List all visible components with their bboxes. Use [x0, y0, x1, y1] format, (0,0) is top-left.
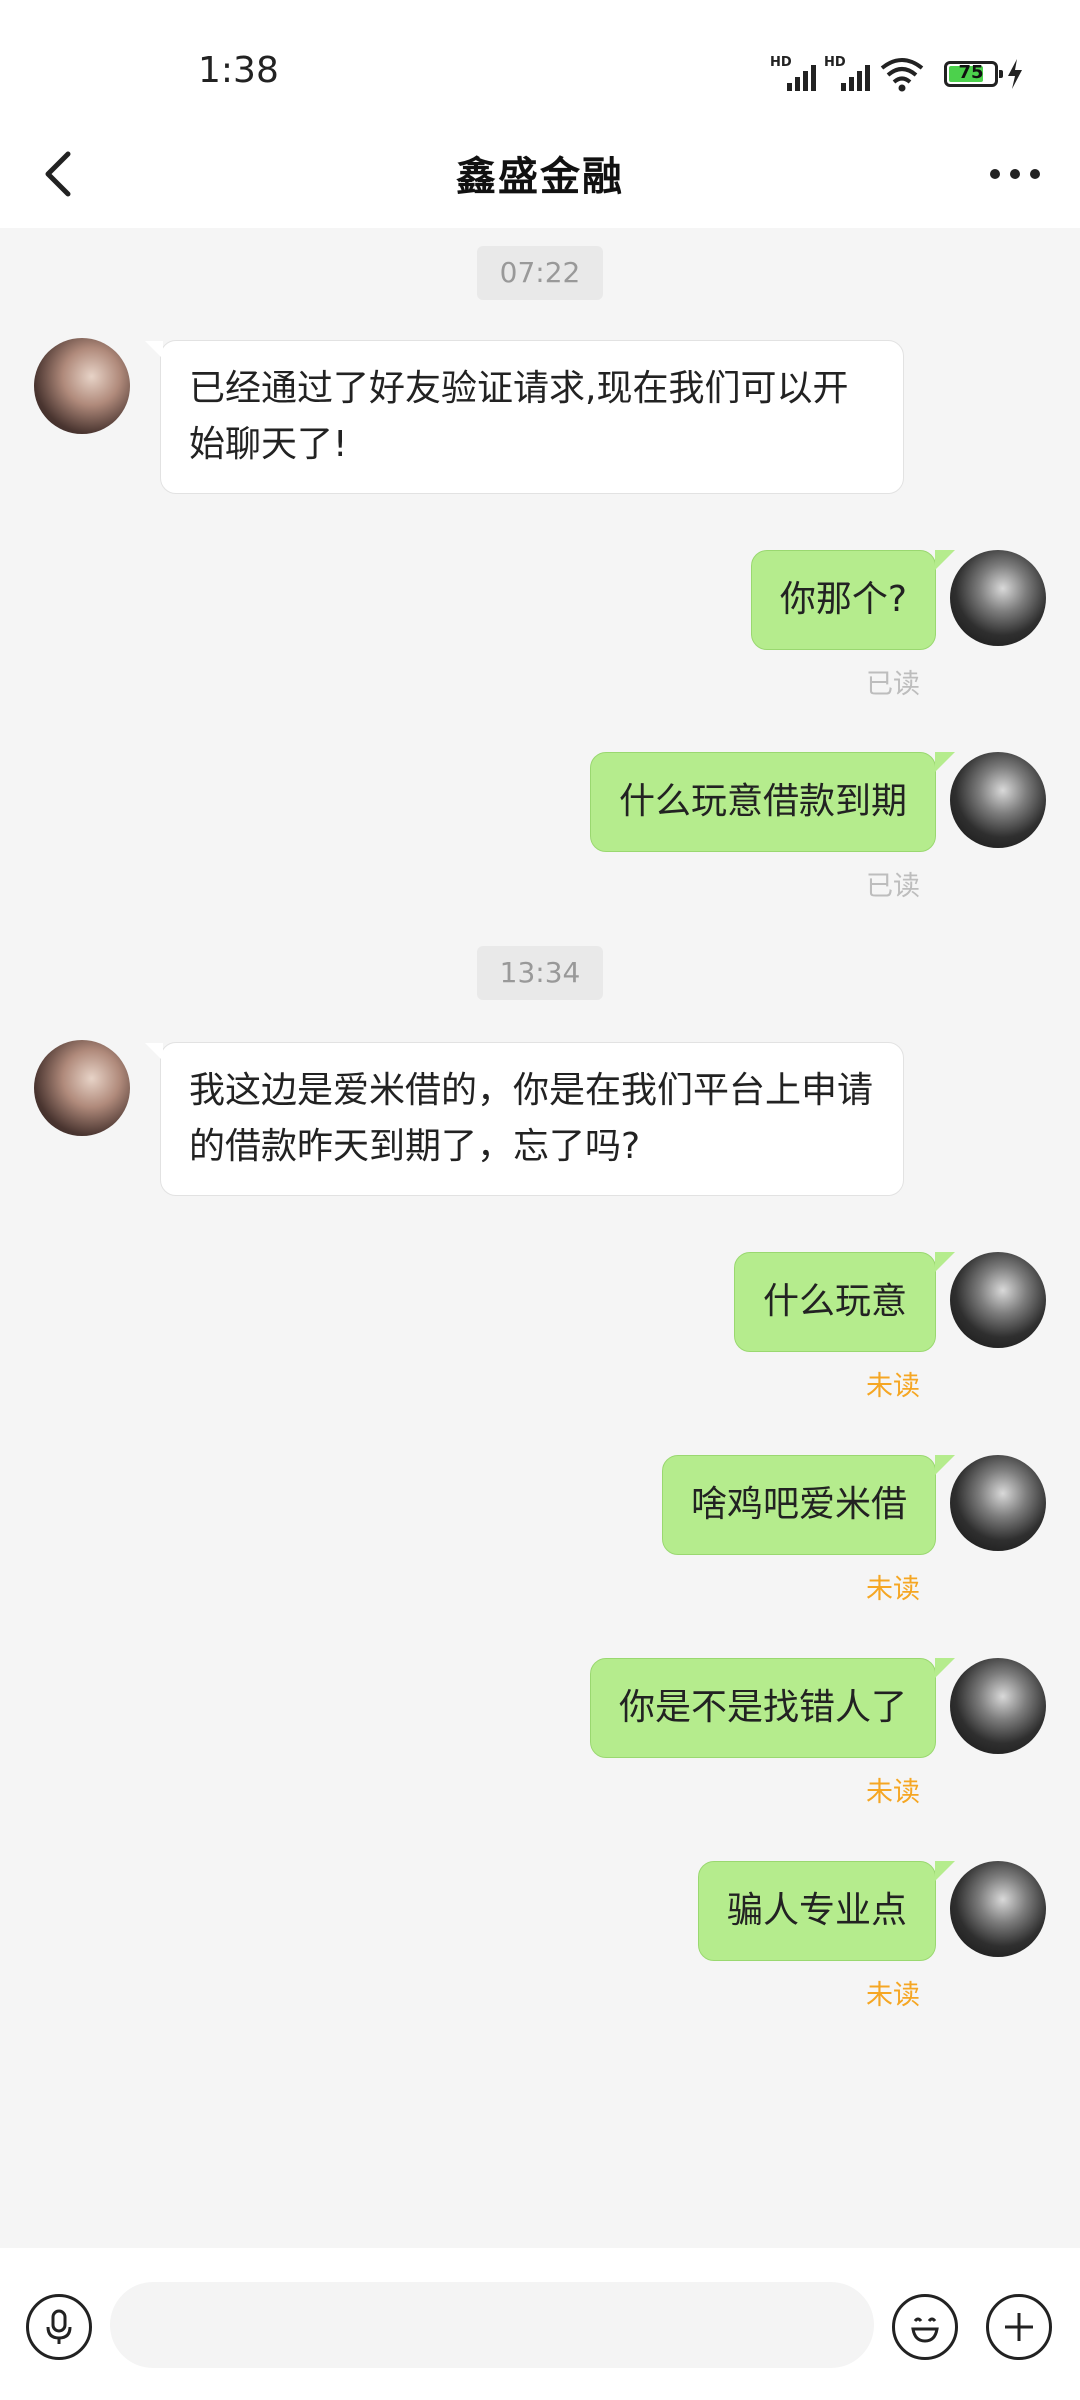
microphone-icon[interactable]	[26, 2294, 92, 2360]
message-input[interactable]	[110, 2282, 874, 2368]
avatar[interactable]	[950, 1861, 1046, 1957]
chat-title: 鑫盛金融	[456, 154, 624, 200]
avatar[interactable]	[34, 1040, 130, 1136]
read-receipt: 已读	[866, 669, 920, 700]
battery-level: 75	[958, 62, 984, 83]
avatar[interactable]	[950, 1252, 1046, 1348]
status-bar: 1:38 HD HD 75	[0, 0, 1080, 120]
message-bubble-outgoing[interactable]: 你是不是找错人了	[589, 1658, 956, 1758]
message-list[interactable]: 07:22 已经通过了好友验证请求,现在我们可以开始聊天了! 你那个? 已读 什…	[0, 228, 1080, 2248]
timestamp: 13:34	[477, 946, 603, 1000]
avatar[interactable]	[950, 1455, 1046, 1551]
message-bubble-outgoing[interactable]: 你那个?	[750, 550, 956, 650]
unread-receipt: 未读	[866, 1980, 920, 2011]
status-time: 1:38	[198, 50, 279, 91]
unread-receipt: 未读	[866, 1574, 920, 1605]
message-bubble-incoming[interactable]: 我这边是爱米借的，你是在我们平台上申请的借款昨天到期了，忘了吗?	[145, 1042, 904, 1196]
unread-receipt: 未读	[866, 1371, 920, 1402]
message-bubble-outgoing[interactable]: 什么玩意	[733, 1252, 956, 1352]
battery-icon: 75	[944, 61, 1003, 87]
status-icons: HD HD 75	[770, 54, 1024, 94]
avatar[interactable]	[950, 550, 1046, 646]
avatar[interactable]	[34, 338, 130, 434]
message-bubble-outgoing[interactable]: 啥鸡吧爱米借	[661, 1455, 956, 1555]
avatar[interactable]	[950, 752, 1046, 848]
emoji-icon[interactable]	[892, 2294, 958, 2360]
charging-icon	[1008, 59, 1022, 89]
message-bubble-outgoing[interactable]: 骗人专业点	[697, 1861, 956, 1961]
signal-icon: HD	[824, 55, 870, 91]
wifi-icon	[880, 58, 924, 92]
input-bar	[0, 2248, 1080, 2400]
read-receipt: 已读	[866, 871, 920, 902]
avatar[interactable]	[950, 1658, 1046, 1754]
message-bubble-incoming[interactable]: 已经通过了好友验证请求,现在我们可以开始聊天了!	[145, 340, 904, 494]
chat-header: 鑫盛金融	[0, 120, 1080, 228]
more-horizontal-icon[interactable]	[980, 144, 1050, 204]
message-bubble-outgoing[interactable]: 什么玩意借款到期	[589, 752, 956, 852]
plus-icon[interactable]	[986, 2294, 1052, 2360]
signal-icon: HD	[770, 55, 816, 91]
unread-receipt: 未读	[866, 1777, 920, 1808]
timestamp: 07:22	[477, 246, 603, 300]
